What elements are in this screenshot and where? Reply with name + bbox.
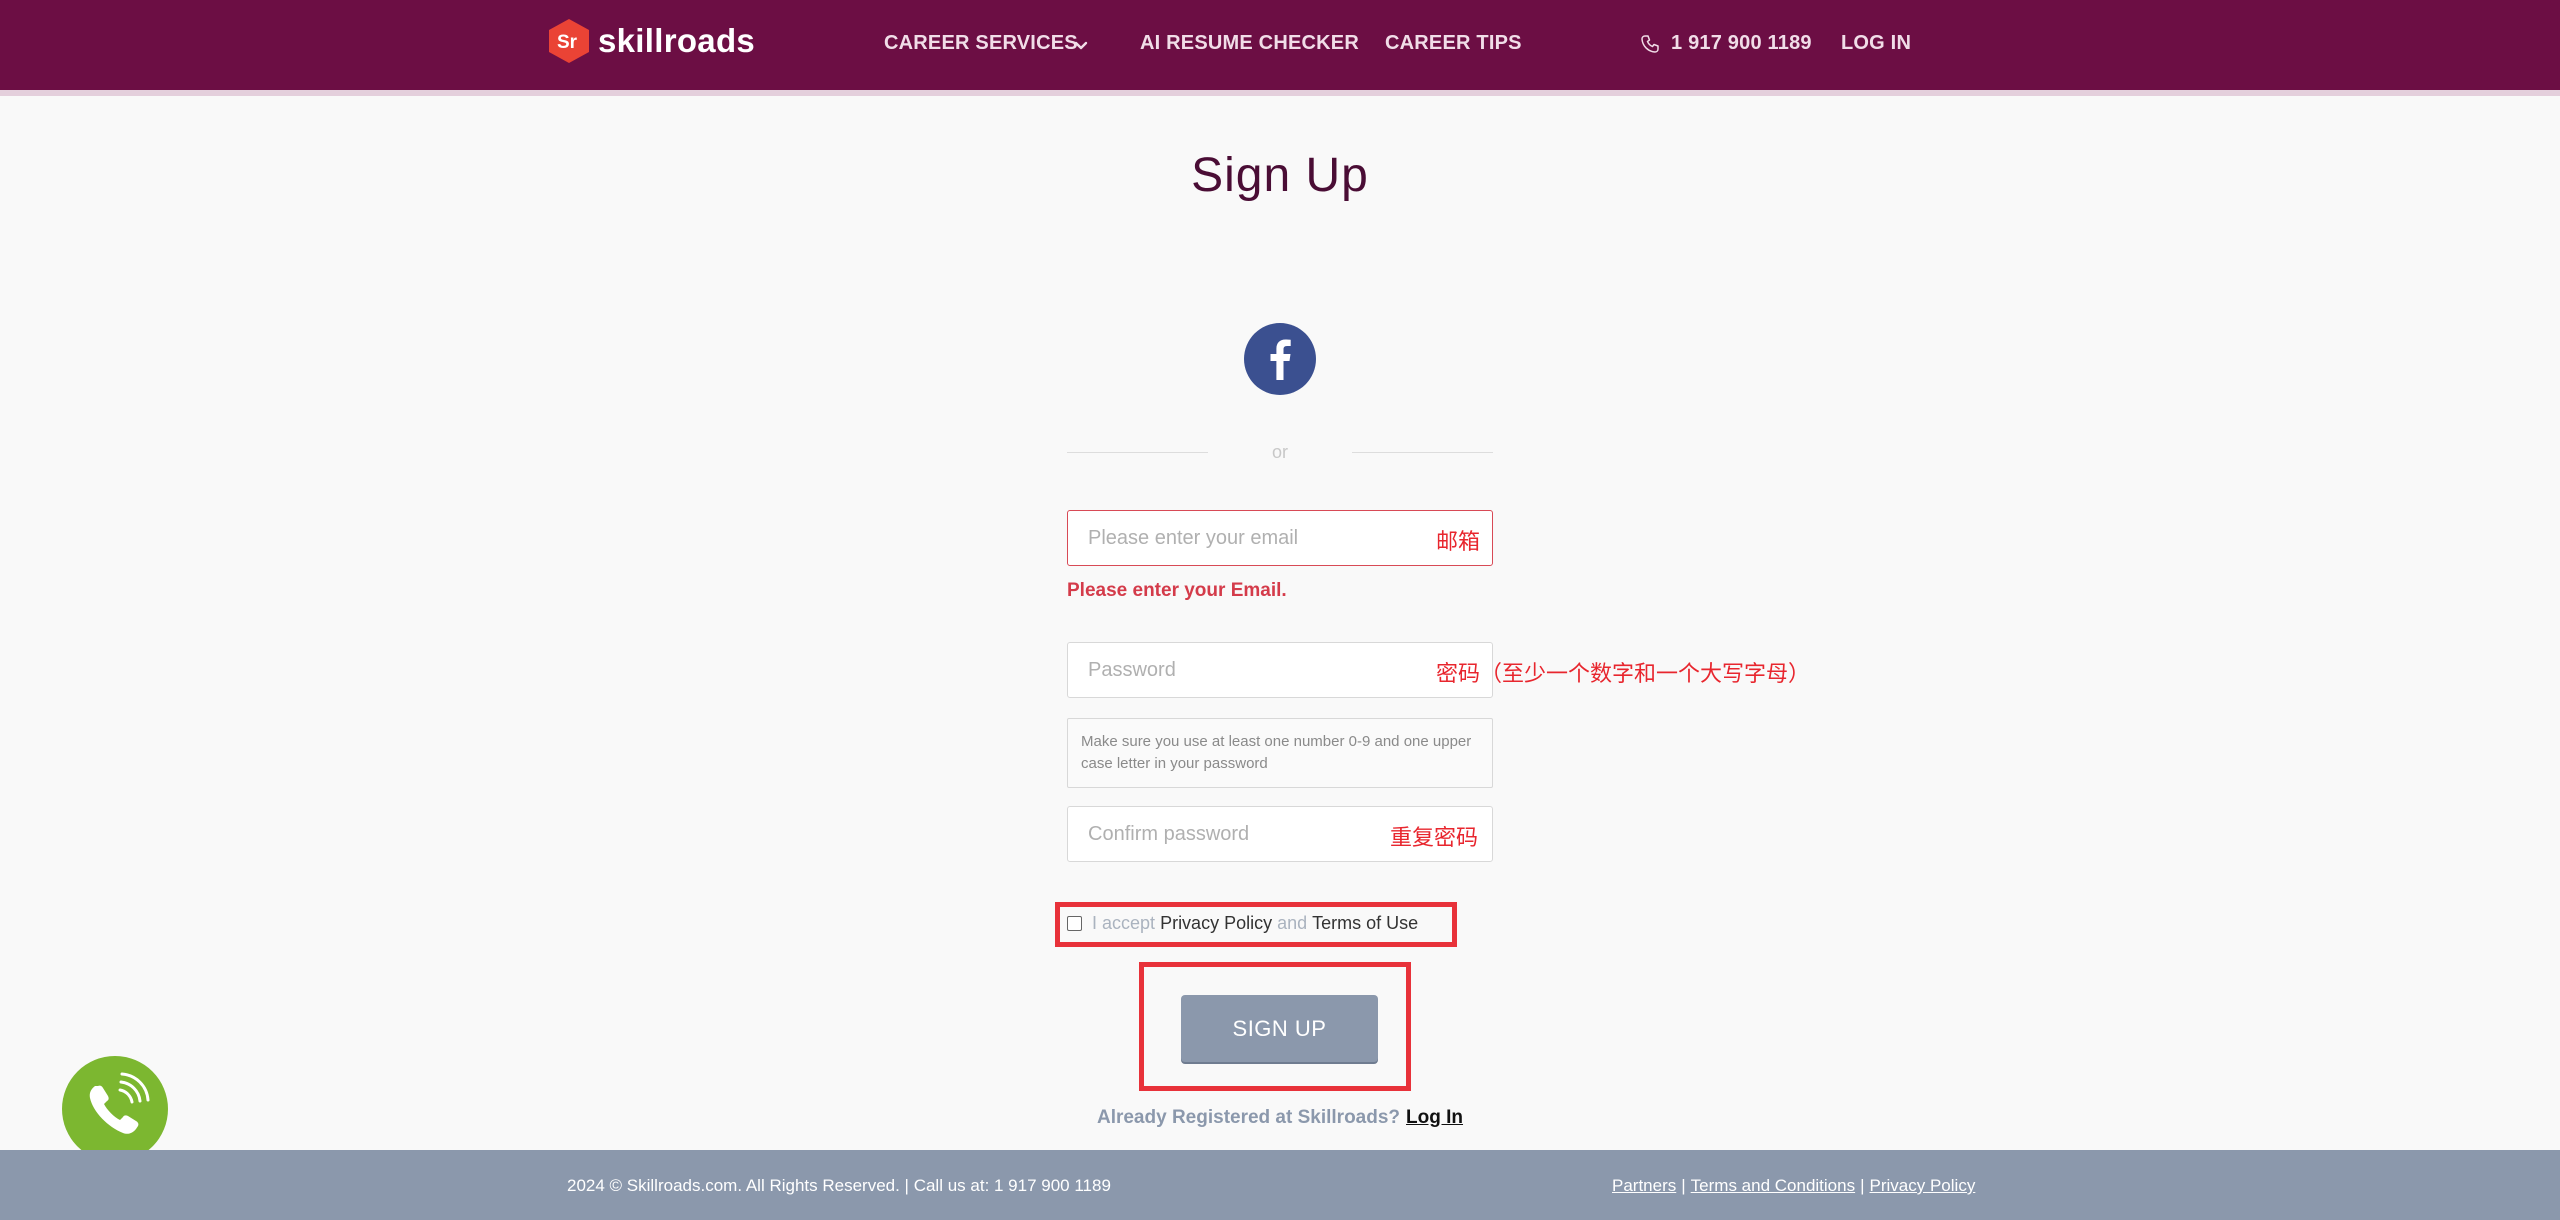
footer-separator: | (1681, 1176, 1686, 1195)
nav-phone-number[interactable]: 1 917 900 1189 (1671, 32, 1812, 55)
phone-icon (1641, 35, 1659, 53)
chevron-down-icon[interactable] (1072, 36, 1090, 54)
email-annotation: 邮箱 (1436, 530, 1481, 555)
login-link[interactable]: Log In (1406, 1107, 1463, 1128)
page-title: Sign Up (1191, 149, 1369, 202)
already-registered-row: Already Registered at Skillroads? Log In (0, 1107, 2560, 1129)
footer-link-terms[interactable]: Terms and Conditions (1691, 1176, 1855, 1195)
already-registered-text: Already Registered at Skillroads? (1096, 1107, 1401, 1128)
password-annotation: 密码（至少一个数字和一个大写字母） (1436, 662, 1811, 687)
header-divider (0, 90, 2560, 96)
footer-links: Partners | Terms and Conditions | Privacy Po… (1612, 1176, 1975, 1196)
accept-and: and (1277, 913, 1308, 933)
confirm-password-annotation: 重复密码 (1390, 826, 1479, 851)
signup-button[interactable]: SIGN UP (1181, 995, 1378, 1062)
nav-login[interactable]: LOG IN (1841, 32, 1911, 55)
accept-terms-row: I accept Privacy Policy and Terms of Use (1067, 913, 1418, 934)
facebook-signup-button[interactable] (1244, 323, 1316, 395)
password-input[interactable] (1067, 642, 1493, 698)
footer-link-partners[interactable]: Partners (1612, 1176, 1676, 1195)
accept-checkbox[interactable] (1067, 916, 1082, 931)
footer-link-privacy[interactable]: Privacy Policy (1870, 1176, 1976, 1195)
terms-of-use-link[interactable]: Terms of Use (1312, 913, 1418, 934)
footer-separator: | (1860, 1176, 1865, 1195)
nav-ai-resume-checker[interactable]: AI RESUME CHECKER (1140, 32, 1359, 55)
or-divider-right (1352, 452, 1493, 453)
site-logo[interactable]: Sr skillroads (548, 18, 755, 64)
site-footer (0, 1150, 2560, 1220)
or-divider-left (1067, 452, 1208, 453)
call-widget-icon (89, 1072, 150, 1134)
logo-text: skillroads (598, 22, 756, 59)
footer-copyright: 2024 © Skillroads.com. All Rights Reserv… (567, 1176, 1111, 1195)
email-error-message: Please enter your Email. (1067, 580, 1287, 601)
call-widget-button[interactable] (62, 1056, 168, 1162)
nav-career-services[interactable]: CAREER SERVICES (884, 32, 1078, 55)
privacy-policy-link[interactable]: Privacy Policy (1160, 913, 1272, 934)
logo-mark-icon: Sr (548, 18, 590, 64)
svg-text:Sr: Sr (557, 32, 578, 53)
facebook-icon (1270, 339, 1291, 380)
or-divider-text: or (1271, 442, 1288, 462)
password-hint: Make sure you use at least one number 0-… (1067, 718, 1493, 788)
nav-career-tips[interactable]: CAREER TIPS (1385, 32, 1522, 55)
accept-prefix: I accept (1092, 913, 1156, 933)
email-input[interactable] (1067, 510, 1493, 566)
